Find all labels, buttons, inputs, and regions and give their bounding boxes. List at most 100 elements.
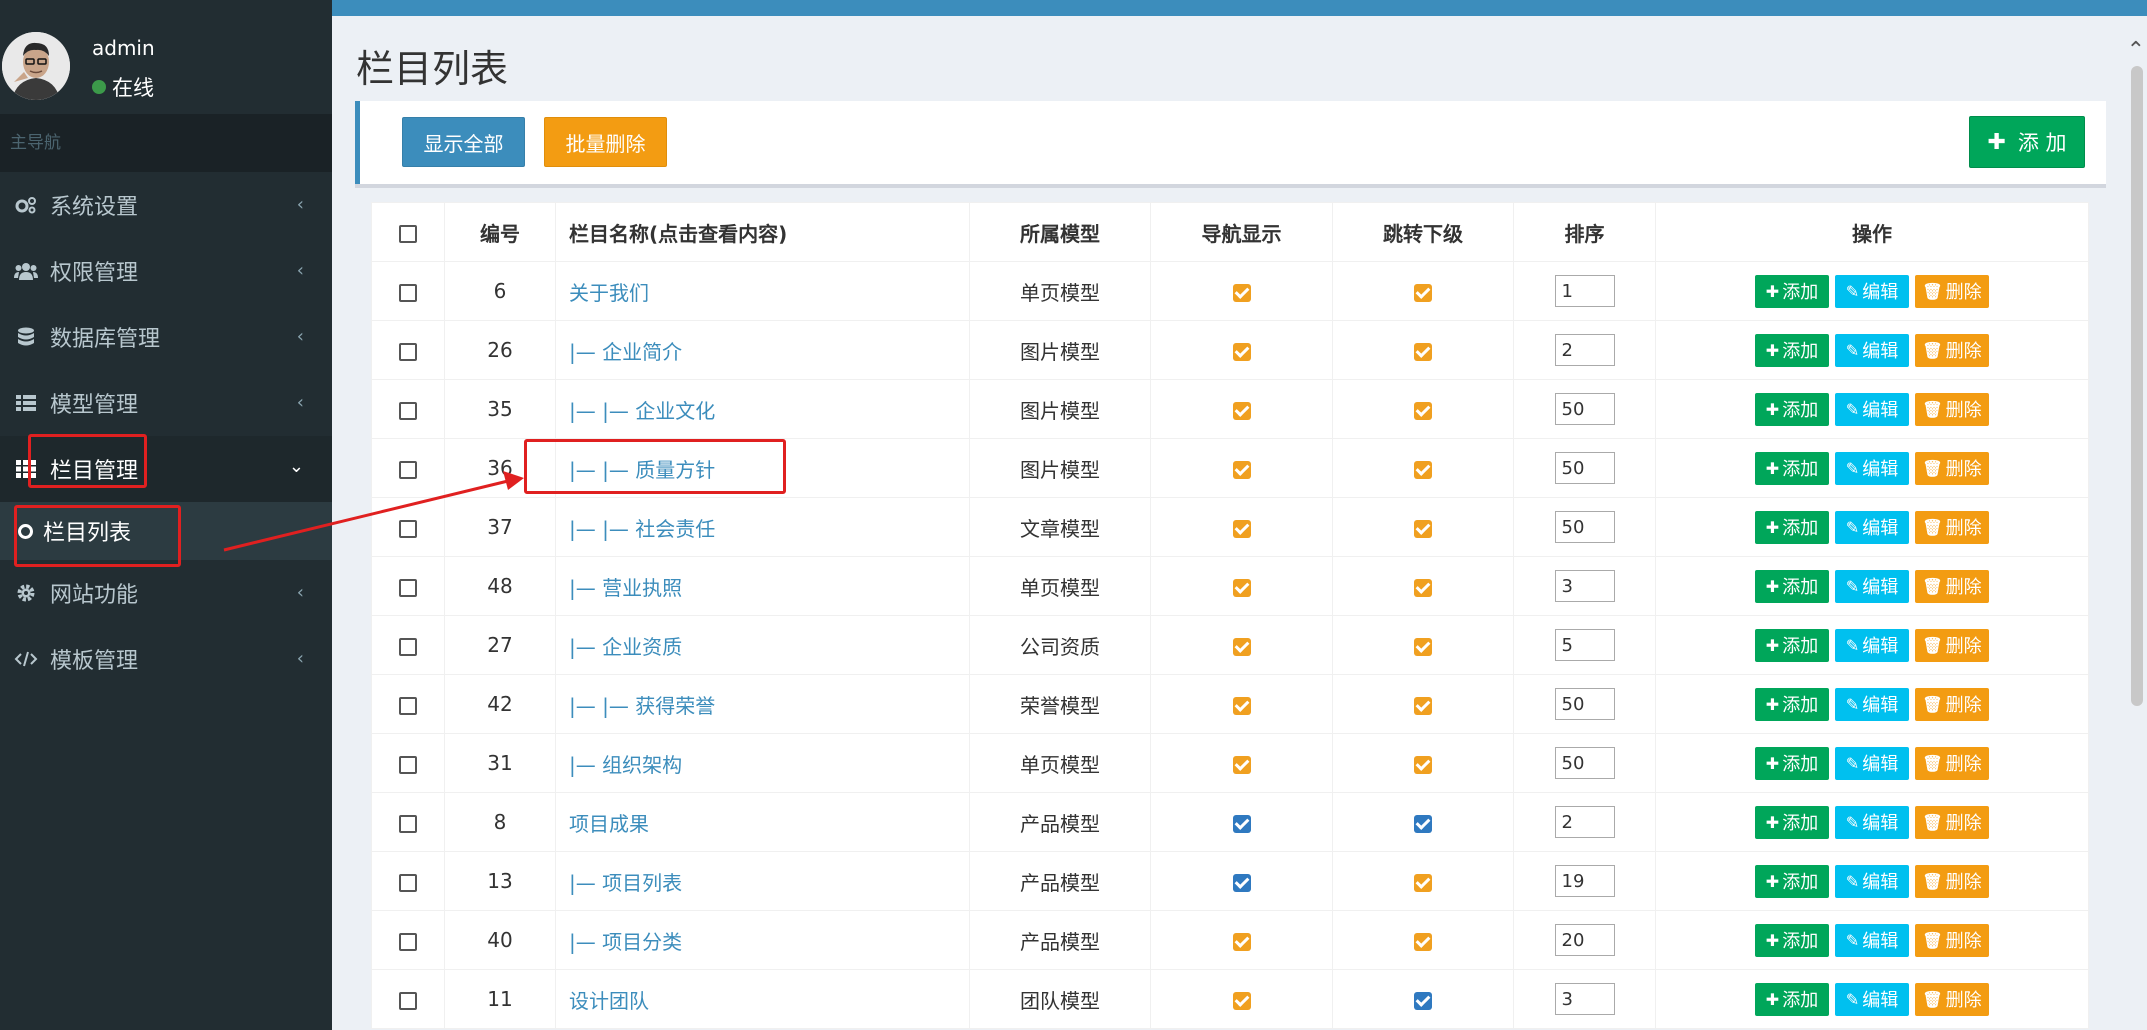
sort-input[interactable]: [1554, 865, 1615, 897]
nav-display-checkbox[interactable]: [1232, 578, 1251, 597]
row-edit-button[interactable]: ✎ 编辑: [1835, 392, 1909, 426]
row-delete-button[interactable]: 🗑 删除: [1915, 982, 1989, 1016]
row-edit-button[interactable]: ✎ 编辑: [1835, 333, 1909, 367]
row-delete-button[interactable]: 🗑 删除: [1915, 333, 1989, 367]
row-delete-button[interactable]: 🗑 删除: [1915, 451, 1989, 485]
row-name-link[interactable]: |— |— 企业文化: [555, 379, 970, 439]
row-edit-button[interactable]: ✎ 编辑: [1835, 628, 1909, 662]
sort-input[interactable]: [1554, 747, 1615, 779]
sort-input[interactable]: [1554, 806, 1615, 838]
row-add-button[interactable]: ✚ 添加: [1755, 746, 1829, 780]
sidebar-item-permissions[interactable]: 权限管理 ‹: [0, 238, 332, 304]
nav-display-checkbox[interactable]: [1232, 637, 1251, 656]
batch-delete-button[interactable]: 批量删除: [544, 117, 667, 167]
row-checkbox-cell[interactable]: [371, 674, 445, 734]
row-checkbox-cell[interactable]: [371, 320, 445, 380]
show-all-button[interactable]: 显示全部: [402, 117, 525, 167]
row-delete-button[interactable]: 🗑 删除: [1915, 746, 1989, 780]
sort-input[interactable]: [1554, 924, 1615, 956]
row-delete-button[interactable]: 🗑 删除: [1915, 687, 1989, 721]
select-all-checkbox[interactable]: [399, 224, 417, 243]
jump-checkbox[interactable]: [1414, 814, 1432, 833]
row-checkbox-cell[interactable]: [371, 851, 445, 911]
nav-display-checkbox[interactable]: [1232, 283, 1251, 302]
row-name-link[interactable]: |— |— 获得荣誉: [555, 674, 970, 734]
jump-checkbox[interactable]: [1414, 696, 1432, 715]
row-checkbox[interactable]: [399, 401, 417, 420]
row-add-button[interactable]: ✚ 添加: [1755, 451, 1829, 485]
nav-display-checkbox[interactable]: [1232, 401, 1251, 420]
row-add-button[interactable]: ✚ 添加: [1755, 274, 1829, 308]
row-name-link[interactable]: |— 项目列表: [555, 851, 970, 911]
row-checkbox[interactable]: [399, 991, 417, 1010]
sidebar-item-site-features[interactable]: 网站功能 ‹: [0, 560, 332, 626]
jump-checkbox[interactable]: [1414, 991, 1432, 1010]
sidebar-item-models[interactable]: 模型管理 ‹: [0, 370, 332, 436]
row-name-link[interactable]: |— |— 社会责任: [555, 497, 970, 557]
row-delete-button[interactable]: 🗑 删除: [1915, 805, 1989, 839]
row-checkbox[interactable]: [399, 578, 417, 597]
sort-input[interactable]: [1554, 629, 1615, 661]
row-delete-button[interactable]: 🗑 删除: [1915, 274, 1989, 308]
row-add-button[interactable]: ✚ 添加: [1755, 392, 1829, 426]
jump-checkbox[interactable]: [1414, 637, 1432, 656]
row-checkbox-cell[interactable]: [371, 615, 445, 675]
sort-input[interactable]: [1554, 688, 1615, 720]
row-checkbox-cell[interactable]: [371, 910, 445, 970]
jump-checkbox[interactable]: [1414, 873, 1432, 892]
row-delete-button[interactable]: 🗑 删除: [1915, 628, 1989, 662]
sort-input[interactable]: [1554, 452, 1615, 484]
sidebar-item-database[interactable]: 数据库管理 ‹: [0, 304, 332, 370]
row-edit-button[interactable]: ✎ 编辑: [1835, 569, 1909, 603]
row-checkbox[interactable]: [399, 814, 417, 833]
row-checkbox-cell[interactable]: [371, 733, 445, 793]
row-edit-button[interactable]: ✎ 编辑: [1835, 805, 1909, 839]
row-add-button[interactable]: ✚ 添加: [1755, 687, 1829, 721]
row-add-button[interactable]: ✚ 添加: [1755, 333, 1829, 367]
row-checkbox-cell[interactable]: [371, 379, 445, 439]
row-checkbox[interactable]: [399, 283, 417, 302]
jump-checkbox[interactable]: [1414, 932, 1432, 951]
nav-display-checkbox[interactable]: [1232, 755, 1251, 774]
row-name-link[interactable]: |— 营业执照: [555, 556, 970, 616]
sidebar-item-system-settings[interactable]: 系统设置 ‹: [0, 172, 332, 238]
row-checkbox-cell[interactable]: [371, 556, 445, 616]
avatar[interactable]: [2, 32, 70, 100]
jump-checkbox[interactable]: [1414, 401, 1432, 420]
jump-checkbox[interactable]: [1414, 342, 1432, 361]
nav-display-checkbox[interactable]: [1232, 814, 1251, 833]
nav-display-checkbox[interactable]: [1232, 991, 1251, 1010]
row-checkbox[interactable]: [399, 755, 417, 774]
row-checkbox[interactable]: [399, 637, 417, 656]
row-checkbox-cell[interactable]: [371, 438, 445, 498]
jump-checkbox[interactable]: [1414, 578, 1432, 597]
row-delete-button[interactable]: 🗑 删除: [1915, 864, 1989, 898]
row-name-link[interactable]: |— 企业简介: [555, 320, 970, 380]
row-add-button[interactable]: ✚ 添加: [1755, 805, 1829, 839]
add-category-button[interactable]: ✚ 添 加: [1969, 116, 2085, 168]
jump-checkbox[interactable]: [1414, 460, 1432, 479]
row-add-button[interactable]: ✚ 添加: [1755, 864, 1829, 898]
row-edit-button[interactable]: ✎ 编辑: [1835, 451, 1909, 485]
nav-display-checkbox[interactable]: [1232, 696, 1251, 715]
sidebar-item-templates[interactable]: 模板管理 ‹: [0, 626, 332, 692]
row-add-button[interactable]: ✚ 添加: [1755, 569, 1829, 603]
sort-input[interactable]: [1554, 275, 1615, 307]
row-edit-button[interactable]: ✎ 编辑: [1835, 923, 1909, 957]
row-edit-button[interactable]: ✎ 编辑: [1835, 687, 1909, 721]
nav-display-checkbox[interactable]: [1232, 873, 1251, 892]
row-checkbox[interactable]: [399, 873, 417, 892]
nav-display-checkbox[interactable]: [1232, 932, 1251, 951]
row-checkbox[interactable]: [399, 519, 417, 538]
row-edit-button[interactable]: ✎ 编辑: [1835, 982, 1909, 1016]
jump-checkbox[interactable]: [1414, 283, 1432, 302]
row-checkbox-cell[interactable]: [371, 497, 445, 557]
row-add-button[interactable]: ✚ 添加: [1755, 510, 1829, 544]
row-checkbox[interactable]: [399, 696, 417, 715]
scroll-up-icon[interactable]: ⌃: [2127, 38, 2145, 63]
sort-input[interactable]: [1554, 570, 1615, 602]
row-checkbox[interactable]: [399, 342, 417, 361]
sort-input[interactable]: [1554, 511, 1615, 543]
sort-input[interactable]: [1554, 983, 1615, 1015]
row-name-link[interactable]: 项目成果: [555, 792, 970, 852]
